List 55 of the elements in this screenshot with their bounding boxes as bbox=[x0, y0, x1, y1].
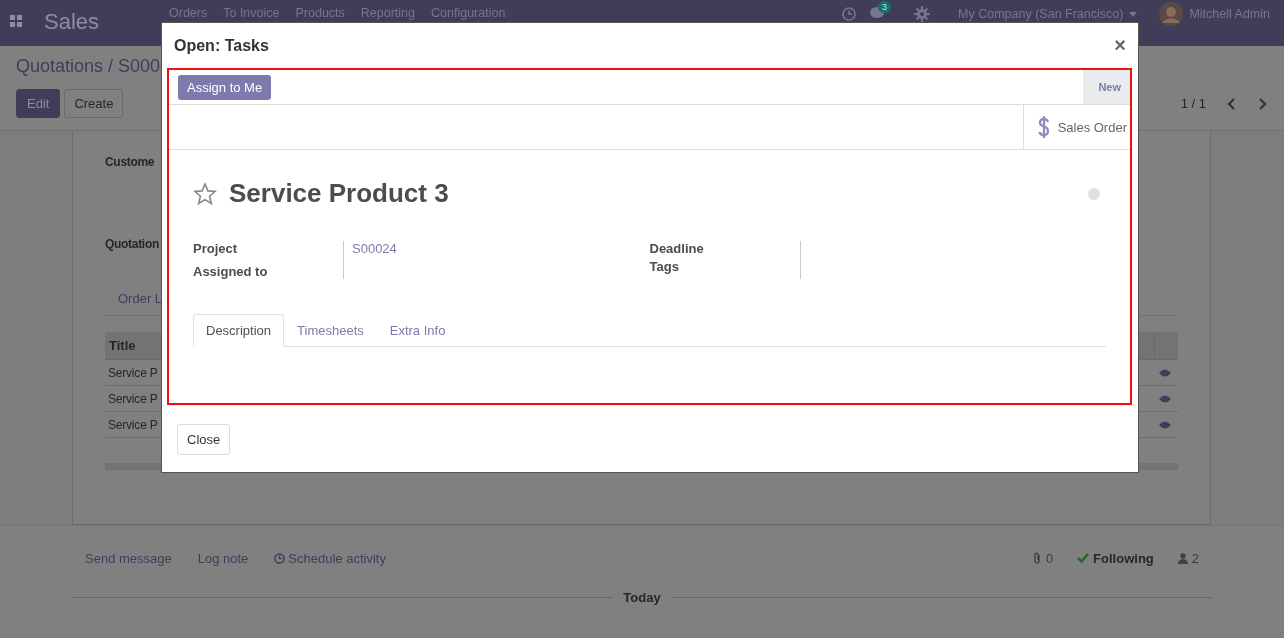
project-link[interactable]: S00024 bbox=[352, 241, 397, 256]
menu-item[interactable]: Configuration bbox=[423, 6, 514, 20]
menu-item[interactable]: To Invoice bbox=[215, 6, 288, 20]
following-button[interactable]: Following bbox=[1093, 550, 1154, 566]
table-cell-text: Service P bbox=[107, 365, 159, 380]
check-icon bbox=[1077, 553, 1090, 563]
table-cell-text: Service P bbox=[107, 391, 159, 406]
schedule-activity-link[interactable]: Schedule activity bbox=[288, 550, 386, 566]
paperclip-icon[interactable] bbox=[1032, 552, 1042, 564]
message-count: 3 bbox=[878, 0, 892, 13]
field-label: Custome bbox=[105, 155, 155, 169]
menu-item[interactable]: Orders bbox=[161, 6, 216, 20]
caret-icon bbox=[1129, 11, 1138, 17]
close-button[interactable]: × bbox=[1114, 34, 1126, 57]
log-note-link[interactable]: Log note bbox=[197, 550, 249, 566]
close-button[interactable]: Close bbox=[177, 423, 231, 455]
tab[interactable]: Timesheets bbox=[284, 314, 377, 347]
field-label: Quotation bbox=[105, 237, 159, 251]
menu-item[interactable]: Reporting bbox=[352, 6, 424, 20]
edit-button[interactable]: Edit bbox=[16, 89, 61, 118]
field-label: Project bbox=[193, 241, 239, 256]
stage-button[interactable]: New bbox=[1083, 70, 1130, 104]
eye-icon[interactable] bbox=[1159, 368, 1171, 377]
apps-menu-icon[interactable] bbox=[10, 15, 22, 27]
menu-item[interactable]: Products bbox=[287, 6, 353, 20]
previous-icon[interactable] bbox=[1226, 97, 1236, 110]
field-label: Tags bbox=[649, 259, 680, 274]
task-title: Service Product 3 bbox=[229, 178, 449, 209]
field-label: Deadline bbox=[649, 241, 705, 256]
avatar[interactable] bbox=[1159, 2, 1184, 26]
app-name[interactable]: Sales bbox=[44, 9, 157, 35]
clock-icon bbox=[274, 552, 286, 564]
next-icon[interactable] bbox=[1258, 97, 1268, 110]
eye-icon[interactable] bbox=[1159, 394, 1171, 403]
create-button[interactable]: Create bbox=[64, 89, 124, 118]
tab[interactable]: Extra Info bbox=[376, 314, 459, 347]
attachment-count: 0 bbox=[1045, 550, 1054, 566]
sales-order-button[interactable]: Sales Order bbox=[1022, 105, 1130, 149]
assign-button[interactable]: Assign to Me bbox=[178, 74, 272, 100]
star-icon[interactable] bbox=[193, 181, 217, 206]
pager-value: 1 / 1 bbox=[1180, 96, 1206, 111]
date-separator: Today bbox=[623, 590, 661, 605]
field-label: Assigned to bbox=[193, 264, 269, 279]
tab[interactable]: Description bbox=[193, 314, 285, 347]
dollar-icon bbox=[1037, 115, 1050, 139]
eye-icon[interactable] bbox=[1159, 420, 1171, 429]
follower-count: 2 bbox=[1191, 550, 1199, 566]
send-message-link[interactable]: Send message bbox=[85, 550, 172, 566]
person-icon[interactable] bbox=[1177, 552, 1188, 564]
status-dot[interactable] bbox=[1088, 187, 1100, 200]
clock-icon[interactable] bbox=[842, 7, 857, 21]
company-switcher[interactable]: My Company (San Francisco) bbox=[958, 7, 1124, 21]
table-cell-text: Service P bbox=[107, 417, 159, 432]
dialog-title: Open: Tasks bbox=[174, 36, 269, 55]
user-menu[interactable]: Mitchell Admin bbox=[1189, 7, 1270, 21]
